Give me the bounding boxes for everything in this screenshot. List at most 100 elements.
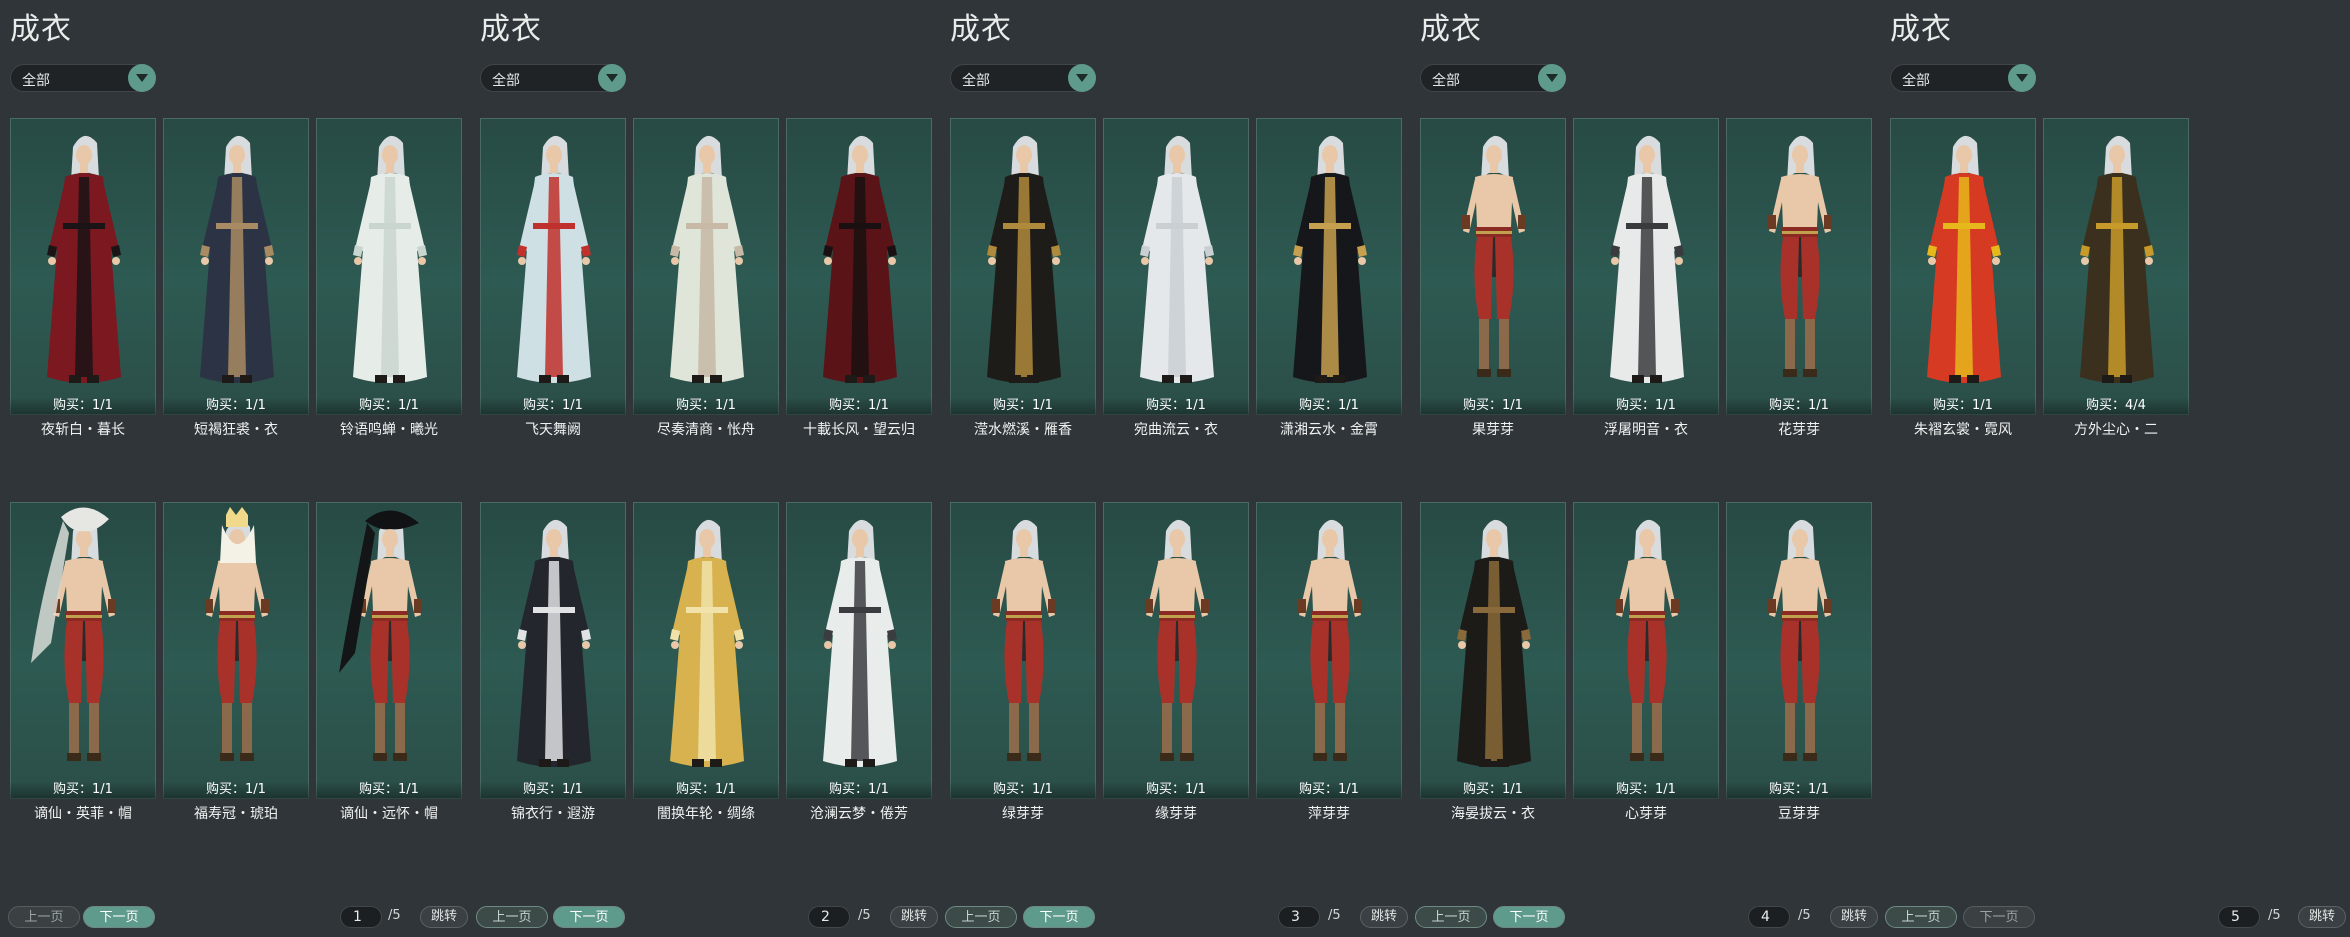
panel-title: 成衣 bbox=[1420, 12, 1482, 47]
outfit-preview[interactable] bbox=[1420, 118, 1566, 415]
outfit-grid: 购买：1/1 夜斩白・暮长 购买：1/1 短褐狂裘・衣 购买：1/1 铃语鸣蝉・… bbox=[10, 118, 470, 822]
outfit-name: 果芽芽 bbox=[1472, 422, 1514, 438]
character-model-image bbox=[823, 135, 897, 383]
category-filter-dropdown[interactable]: 全部 bbox=[10, 64, 156, 92]
outfit-card[interactable]: 购买：1/1 短褐狂裘・衣 bbox=[163, 118, 309, 438]
outfit-name: 尽奏清商・怅舟 bbox=[657, 422, 755, 438]
outfit-preview[interactable] bbox=[1103, 502, 1249, 799]
outfit-preview[interactable] bbox=[1420, 502, 1566, 799]
chevron-down-icon[interactable] bbox=[128, 64, 156, 92]
outfit-name: 夜斩白・暮长 bbox=[41, 422, 125, 438]
character-model-image bbox=[1298, 519, 1362, 761]
outfit-preview[interactable] bbox=[1256, 502, 1402, 799]
outfit-preview[interactable] bbox=[1103, 118, 1249, 415]
outfit-name: 缘芽芽 bbox=[1155, 806, 1197, 822]
purchase-limit: 购买：1/1 bbox=[786, 781, 932, 799]
pagination: 上一页 下一页 5 /5 跳转 bbox=[0, 906, 2350, 930]
outfit-preview[interactable] bbox=[1726, 502, 1872, 799]
character-model-image bbox=[1293, 135, 1367, 383]
outfit-card[interactable]: 购买：1/1 心芽芽 bbox=[1573, 502, 1719, 822]
character-model-image bbox=[823, 519, 897, 767]
outfit-card[interactable]: 购买：1/1 锦衣行・遐游 bbox=[480, 502, 626, 822]
outfit-preview[interactable] bbox=[950, 502, 1096, 799]
outfit-panel: 成衣 全部 购买：1/1 朱褶玄裳・霓风 购买：4/4 方外尘心・二 bbox=[1880, 0, 2350, 937]
outfit-card[interactable]: 购买：1/1 果芽芽 bbox=[1420, 118, 1566, 438]
outfit-preview[interactable] bbox=[1726, 118, 1872, 415]
next-page-button[interactable]: 下一页 bbox=[1963, 906, 2035, 928]
outfit-card[interactable]: 购买：1/1 沧澜云梦・倦芳 bbox=[786, 502, 932, 822]
outfit-card[interactable]: 购买：1/1 飞天舞阙 bbox=[480, 118, 626, 438]
page-number-input[interactable]: 5 bbox=[2218, 906, 2260, 928]
category-filter-dropdown[interactable]: 全部 bbox=[1420, 64, 1566, 92]
purchase-limit: 购买：1/1 bbox=[1726, 781, 1872, 799]
outfit-card[interactable]: 购买：1/1 滢水燃溪・雁香 bbox=[950, 118, 1096, 438]
outfit-card[interactable]: 购买：1/1 夜斩白・暮长 bbox=[10, 118, 156, 438]
filter-selected-value: 全部 bbox=[1902, 73, 1930, 89]
outfit-card[interactable]: 购买：1/1 闇换年轮・绸绦 bbox=[633, 502, 779, 822]
outfit-preview[interactable] bbox=[1890, 118, 2036, 415]
purchase-limit: 购买：1/1 bbox=[163, 781, 309, 799]
category-filter-dropdown[interactable]: 全部 bbox=[1890, 64, 2036, 92]
outfit-card[interactable]: 购买：1/1 尽奏清商・怅舟 bbox=[633, 118, 779, 438]
outfit-card[interactable]: 购买：1/1 十載长风・望云归 bbox=[786, 118, 932, 438]
outfit-card[interactable]: 购买：1/1 宛曲流云・衣 bbox=[1103, 118, 1249, 438]
outfit-name: 短褐狂裘・衣 bbox=[194, 422, 278, 438]
filter-selected-value: 全部 bbox=[1432, 73, 1460, 89]
chevron-down-icon[interactable] bbox=[1538, 64, 1566, 92]
outfit-preview[interactable] bbox=[10, 502, 156, 799]
outfit-preview[interactable] bbox=[316, 118, 462, 415]
outfit-name: 海晏拔云・衣 bbox=[1451, 806, 1535, 822]
outfit-preview[interactable] bbox=[480, 502, 626, 799]
filter-selected-value: 全部 bbox=[492, 73, 520, 89]
outfit-card[interactable]: 购买：1/1 浮屠明音・衣 bbox=[1573, 118, 1719, 438]
outfit-card[interactable]: 购买：1/1 缘芽芽 bbox=[1103, 502, 1249, 822]
character-model-image bbox=[1610, 135, 1684, 383]
category-filter-dropdown[interactable]: 全部 bbox=[480, 64, 626, 92]
outfit-card[interactable]: 购买：1/1 谪仙・远怀・帽 bbox=[316, 502, 462, 822]
outfit-name: 锦衣行・遐游 bbox=[511, 806, 595, 822]
outfit-preview[interactable] bbox=[1573, 118, 1719, 415]
outfit-preview[interactable] bbox=[786, 502, 932, 799]
outfit-preview[interactable] bbox=[1573, 502, 1719, 799]
character-model-image bbox=[2080, 135, 2154, 383]
outfit-card[interactable]: 购买：1/1 谪仙・英菲・帽 bbox=[10, 502, 156, 822]
outfit-card[interactable]: 购买：1/1 铃语鸣蝉・曦光 bbox=[316, 118, 462, 438]
outfit-card[interactable]: 购买：1/1 花芽芽 bbox=[1726, 118, 1872, 438]
purchase-limit: 购买：1/1 bbox=[950, 397, 1096, 415]
outfit-preview[interactable] bbox=[2043, 118, 2189, 415]
chevron-down-icon[interactable] bbox=[1068, 64, 1096, 92]
outfit-card[interactable]: 购买：1/1 福寿冠・琥珀 bbox=[163, 502, 309, 822]
outfit-preview[interactable] bbox=[633, 118, 779, 415]
outfit-card[interactable]: 购买：1/1 海晏拔云・衣 bbox=[1420, 502, 1566, 822]
outfit-card[interactable]: 购买：1/1 绿芽芽 bbox=[950, 502, 1096, 822]
category-filter-dropdown[interactable]: 全部 bbox=[950, 64, 1096, 92]
jump-button[interactable]: 跳转 bbox=[2298, 906, 2346, 928]
outfit-name: 滢水燃溪・雁香 bbox=[974, 422, 1072, 438]
outfit-card[interactable]: 购买：1/1 萍芽芽 bbox=[1256, 502, 1402, 822]
outfit-preview[interactable] bbox=[163, 502, 309, 799]
outfit-preview[interactable] bbox=[480, 118, 626, 415]
panel-title: 成衣 bbox=[1890, 12, 1952, 47]
outfit-name: 沧澜云梦・倦芳 bbox=[810, 806, 908, 822]
outfit-preview[interactable] bbox=[163, 118, 309, 415]
outfit-card[interactable]: 购买：1/1 潇湘云水・金霄 bbox=[1256, 118, 1402, 438]
chevron-down-icon[interactable] bbox=[2008, 64, 2036, 92]
outfit-card[interactable]: 购买：1/1 豆芽芽 bbox=[1726, 502, 1872, 822]
chevron-down-icon[interactable] bbox=[598, 64, 626, 92]
prev-page-button[interactable]: 上一页 bbox=[1885, 906, 1957, 928]
purchase-limit: 购买：1/1 bbox=[633, 397, 779, 415]
outfit-card[interactable]: 购买：4/4 方外尘心・二 bbox=[2043, 118, 2189, 438]
outfit-preview[interactable] bbox=[786, 118, 932, 415]
page-total: /5 bbox=[2268, 908, 2281, 923]
purchase-limit: 购买：1/1 bbox=[10, 781, 156, 799]
outfit-grid: 购买：1/1 果芽芽 购买：1/1 浮屠明音・衣 购买：1/1 花芽芽 购买：1… bbox=[1420, 118, 1880, 822]
purchase-limit: 购买：4/4 bbox=[2043, 397, 2189, 415]
outfit-card[interactable]: 购买：1/1 朱褶玄裳・霓风 bbox=[1890, 118, 2036, 438]
outfit-preview[interactable] bbox=[10, 118, 156, 415]
outfit-preview[interactable] bbox=[1256, 118, 1402, 415]
filter-selected-value: 全部 bbox=[962, 73, 990, 89]
outfit-preview[interactable] bbox=[950, 118, 1096, 415]
outfit-preview[interactable] bbox=[633, 502, 779, 799]
outfit-name: 闇换年轮・绸绦 bbox=[657, 806, 755, 822]
outfit-preview[interactable] bbox=[316, 502, 462, 799]
